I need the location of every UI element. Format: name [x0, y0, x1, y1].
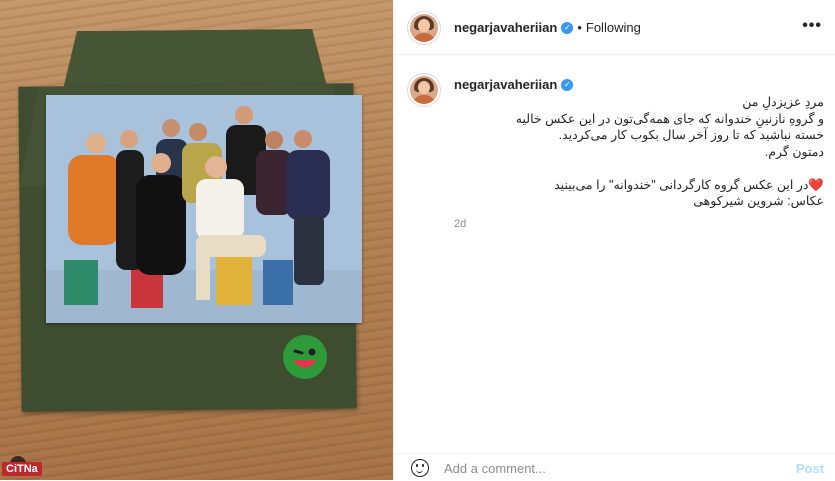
smiley-icon[interactable]: [411, 459, 429, 477]
following-button[interactable]: Following: [586, 20, 641, 35]
caption-text: مردِ عزیزدلِ من و گروهِ نازنینِ خندوانه …: [515, 95, 824, 208]
more-horizontal-icon[interactable]: •••: [802, 17, 822, 35]
separator-dot: •: [577, 20, 582, 35]
post-header: negarjavaheriian ✓ • Following •••: [394, 0, 835, 55]
caption-username[interactable]: negarjavaheriian: [454, 77, 557, 92]
caption-avatar[interactable]: [410, 76, 438, 104]
post-sidebar: negarjavaheriian ✓ • Following ••• negarjav…: [393, 0, 835, 480]
comment-input[interactable]: [444, 460, 764, 476]
post-button[interactable]: Post: [796, 461, 824, 476]
post-timestamp[interactable]: 2d: [454, 218, 466, 230]
caption-user-line: negarjavaheriian ✓: [454, 76, 574, 94]
header-username[interactable]: negarjavaheriian: [454, 20, 557, 35]
comment-bar: Post: [394, 453, 835, 481]
post-photo[interactable]: CiTNa: [0, 0, 393, 480]
winking-sticker: [283, 335, 327, 379]
header-user-line: negarjavaheriian ✓ • Following: [454, 19, 641, 37]
watermark-logo: CiTNa: [2, 462, 42, 476]
verified-badge-icon: ✓: [561, 78, 574, 91]
group-photograph: [46, 95, 362, 323]
avatar[interactable]: [410, 14, 438, 42]
verified-badge-icon: ✓: [561, 21, 574, 34]
